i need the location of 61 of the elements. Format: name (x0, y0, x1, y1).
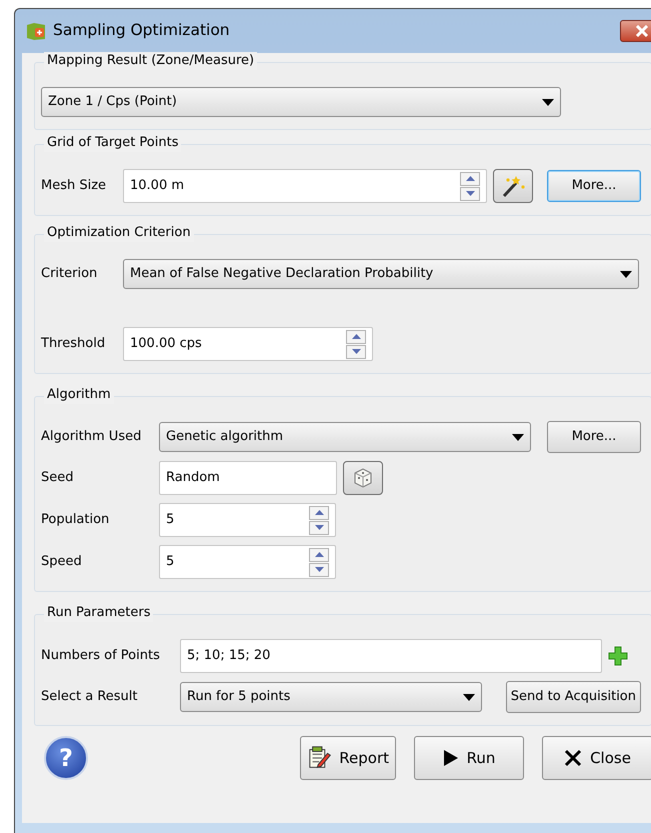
dropdown[interactable]: Mean of False Negative Declaration Probability (123, 259, 639, 289)
input-field[interactable]: 5; 10; 15; 20 (180, 639, 602, 673)
input-field[interactable]: Random (159, 461, 337, 495)
up-arrow-icon (314, 552, 324, 557)
field-label: Mesh Size (41, 177, 108, 196)
play-icon (442, 749, 459, 767)
field-label: Seed (41, 469, 74, 488)
spin-box[interactable]: 5 (159, 545, 336, 579)
group-title: Algorithm (44, 386, 114, 404)
down-arrow-icon (352, 349, 360, 354)
group-title: Optimization Criterion (44, 224, 194, 242)
spin-up-button[interactable] (460, 172, 480, 186)
dropdown[interactable]: Genetic algorithm (159, 422, 531, 452)
more-button[interactable]: More... (547, 170, 641, 202)
magic-wand-icon (500, 174, 526, 198)
spin-down-button[interactable] (460, 186, 480, 200)
dropdown-arrow-icon (542, 98, 554, 106)
dropdown[interactable]: Zone 1 / Cps (Point) (41, 87, 561, 117)
up-arrow-icon (314, 510, 324, 515)
spin-up-button[interactable] (309, 506, 329, 520)
up-arrow-icon (466, 176, 474, 181)
down-arrow-icon (314, 567, 324, 572)
down-arrow-icon (314, 525, 324, 530)
field-label: Numbers of Points (41, 647, 161, 666)
send-button[interactable]: Send to Acquisition (506, 681, 641, 713)
field-label: Population (41, 511, 110, 530)
close-button[interactable]: Close (542, 736, 651, 780)
close-icon (634, 25, 650, 37)
spin-box[interactable]: 10.00 m (123, 169, 487, 203)
down-arrow-icon (466, 191, 474, 196)
spin-down-button[interactable] (309, 520, 329, 534)
field-label: Speed (41, 553, 83, 572)
wand-button[interactable] (493, 169, 533, 203)
dice-button[interactable] (343, 461, 383, 495)
dropdown-arrow-icon (463, 694, 475, 700)
field-label: Criterion (41, 265, 98, 284)
report-button[interactable]: Report (300, 736, 396, 780)
close-button[interactable] (620, 20, 651, 42)
add-icon[interactable] (608, 646, 628, 666)
report-icon (307, 745, 332, 771)
help-button[interactable]: ? (44, 736, 88, 780)
group-title: Mapping Result (Zone/Measure) (44, 52, 258, 70)
more-button[interactable]: More... (547, 421, 641, 453)
spin-up-button[interactable] (309, 548, 329, 562)
dropdown[interactable]: Run for 5 points (180, 682, 482, 712)
group-title: Grid of Target Points (44, 134, 182, 152)
up-arrow-icon (352, 334, 360, 339)
dropdown-arrow-icon (512, 434, 524, 440)
app-icon (25, 20, 47, 41)
close-icon (564, 749, 582, 767)
spin-up-button[interactable] (346, 330, 366, 344)
dropdown-arrow-icon (620, 270, 632, 278)
field-label: Select a Result (41, 688, 139, 706)
spin-box[interactable]: 100.00 cps (123, 327, 373, 361)
spin-box[interactable]: 5 (159, 503, 336, 537)
spin-down-button[interactable] (346, 344, 366, 358)
field-label: Algorithm Used (41, 428, 142, 446)
window-title: Sampling Optimization (53, 20, 230, 42)
run-button[interactable]: Run (414, 736, 524, 780)
field-label: Threshold (41, 335, 106, 354)
spin-down-button[interactable] (309, 562, 329, 576)
